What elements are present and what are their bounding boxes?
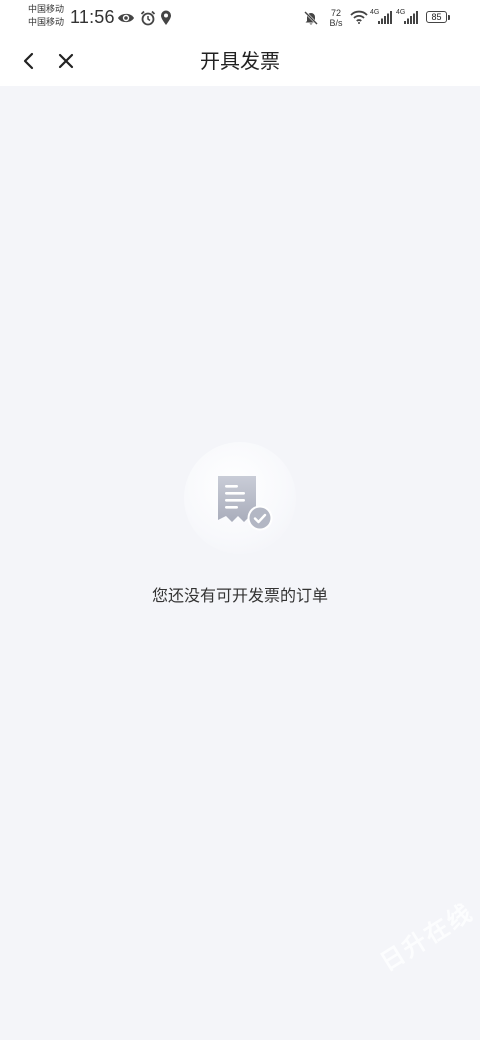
- net-speed-value: 72: [330, 8, 341, 18]
- alarm-icon: [140, 10, 156, 26]
- carrier-names: 中国移动 中国移动: [28, 4, 72, 30]
- close-icon: [58, 53, 74, 69]
- status-time: 11:56: [70, 7, 115, 27]
- wifi-icon: [350, 10, 368, 24]
- eye-icon: [118, 13, 134, 23]
- net-speed-unit: B/s: [329, 18, 343, 28]
- invoice-check-icon: [218, 476, 273, 531]
- battery-cap: [448, 15, 450, 20]
- carrier-2: 中国移动: [28, 18, 65, 28]
- watermark: 日升在线: [375, 897, 479, 977]
- battery-icon: 85: [426, 11, 447, 23]
- bell-muted-icon: [304, 11, 318, 25]
- chevron-left-icon: [23, 52, 34, 70]
- signal-icon: [378, 11, 392, 24]
- status-bar: 中国移动 中国移动 11:56 72 B/s 4G 4G 85: [0, 0, 480, 36]
- battery-level: 85: [431, 12, 442, 22]
- carrier-1: 中国移动: [28, 5, 65, 15]
- back-button[interactable]: [15, 47, 43, 75]
- nav-bar: 开具发票: [0, 36, 480, 86]
- signal-icon: [404, 11, 418, 24]
- location-icon: [161, 10, 171, 25]
- empty-state-message: 您还没有可开发票的订单: [151, 586, 328, 605]
- close-button[interactable]: [52, 47, 80, 75]
- net-speed: 72 B/s: [326, 8, 346, 28]
